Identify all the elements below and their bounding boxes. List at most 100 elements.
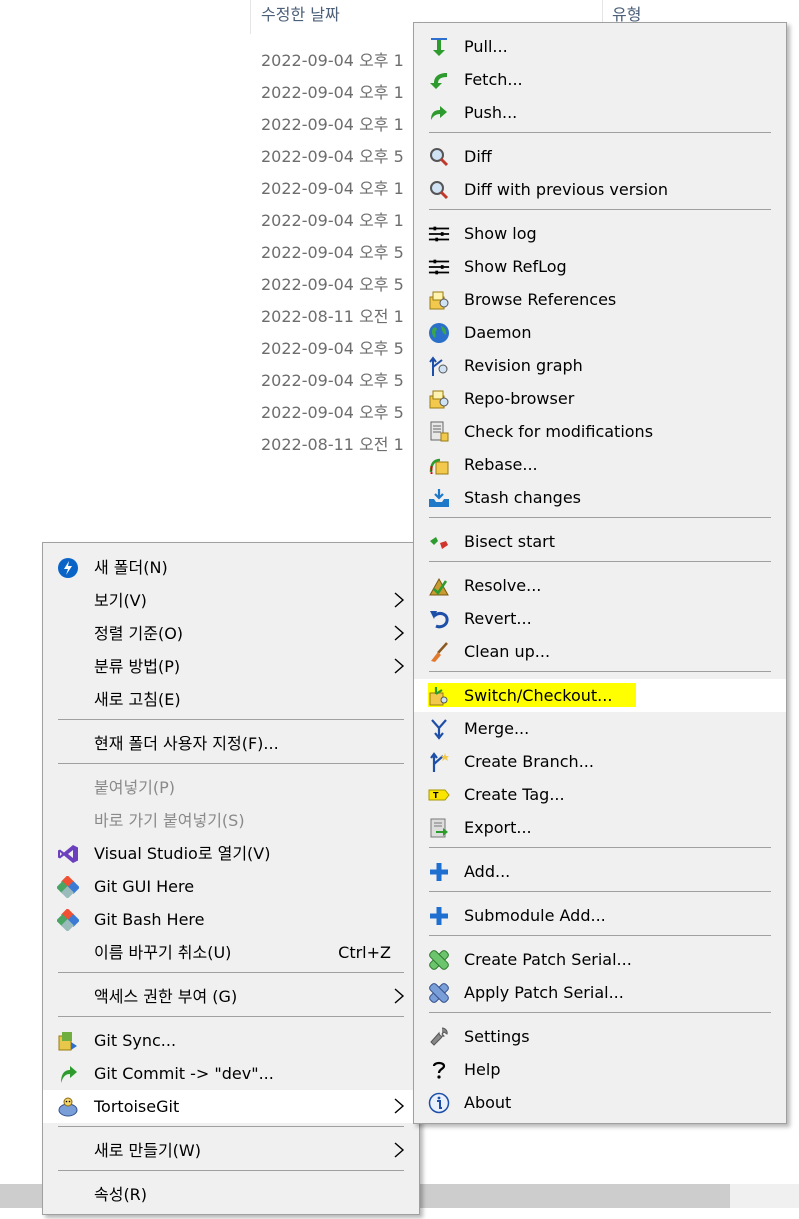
new-item[interactable]: 새로 만들기(W)	[43, 1134, 419, 1167]
show-reflog-label: Show RefLog	[464, 257, 567, 276]
open-visual-studio-item[interactable]: Visual Studio로 열기(V)	[43, 837, 419, 870]
sort-by-item[interactable]: 정렬 기준(O)	[43, 617, 419, 650]
show-reflog-item[interactable]: Show RefLog	[414, 250, 786, 283]
push-item[interactable]: Push...	[414, 96, 786, 129]
git-gui-icon	[57, 876, 79, 898]
diff-previous-label: Diff with previous version	[464, 180, 668, 199]
pull-item[interactable]: Pull...	[414, 30, 786, 63]
properties-item[interactable]: 속성(R)	[43, 1178, 419, 1211]
clean-up-label: Clean up...	[464, 642, 551, 661]
tortoisegit-label: TortoiseGit	[94, 1097, 180, 1116]
undo-rename-label: 이름 바꾸기 취소(U)	[94, 943, 232, 962]
rebase-icon: !	[428, 454, 450, 476]
merge-item[interactable]: Merge...	[414, 712, 786, 745]
pull-label: Pull...	[464, 37, 508, 56]
submodule-add-item[interactable]: Submodule Add...	[414, 899, 786, 932]
clean-up-item[interactable]: Clean up...	[414, 635, 786, 668]
show-log-label: Show log	[464, 224, 537, 243]
date-cell: 2022-09-04 오후 5	[261, 371, 404, 390]
resolve-item[interactable]: Resolve...	[414, 569, 786, 602]
menu-separator	[58, 1016, 404, 1017]
check-modifications-label: Check for modifications	[464, 422, 654, 441]
chevron-right-icon	[394, 1142, 405, 1158]
apply-patch-serial-item[interactable]: Apply Patch Serial...	[414, 976, 786, 1009]
date-cell: 2022-09-04 오후 5	[261, 275, 404, 294]
show-log-item[interactable]: Show log	[414, 217, 786, 250]
add-item[interactable]: Add...	[414, 855, 786, 888]
paste-item[interactable]: 붙여넣기(P)	[43, 771, 419, 804]
revision-graph-label: Revision graph	[464, 356, 583, 375]
revision-graph-icon	[428, 355, 450, 377]
browse-references-item[interactable]: Browse References	[414, 283, 786, 316]
customize-folder-item[interactable]: 현재 폴더 사용자 지정(F)...	[43, 727, 419, 760]
stash-changes-item[interactable]: Stash changes	[414, 481, 786, 514]
settings-item[interactable]: Settings	[414, 1020, 786, 1053]
paste-shortcut-item[interactable]: 바로 가기 붙여넣기(S)	[43, 804, 419, 837]
menu-separator	[429, 517, 771, 518]
create-tag-item[interactable]: T Create Tag...	[414, 778, 786, 811]
apply-patch-serial-label: Apply Patch Serial...	[464, 983, 624, 1002]
references-icon	[428, 289, 450, 311]
stash-icon	[428, 487, 450, 509]
paste-label: 붙여넣기(P)	[94, 778, 176, 797]
diff-item[interactable]: Diff	[414, 140, 786, 173]
git-bash-item[interactable]: Git Bash Here	[43, 903, 419, 936]
git-gui-item[interactable]: Git GUI Here	[43, 870, 419, 903]
help-icon	[428, 1059, 450, 1081]
paste-shortcut-label: 바로 가기 붙여넣기(S)	[94, 811, 245, 830]
revision-graph-item[interactable]: Revision graph	[414, 349, 786, 382]
view-item[interactable]: 보기(V)	[43, 584, 419, 617]
daemon-item[interactable]: Daemon	[414, 316, 786, 349]
horizontal-scrollbar-track[interactable]	[730, 1184, 799, 1208]
visual-studio-icon	[57, 843, 79, 865]
view-label: 보기(V)	[94, 591, 147, 610]
repo-browser-item[interactable]: Repo-browser	[414, 382, 786, 415]
diff-previous-item[interactable]: Diff with previous version	[414, 173, 786, 206]
git-bash-icon	[57, 909, 79, 931]
repo-browser-label: Repo-browser	[464, 389, 575, 408]
column-header-modified-date[interactable]: 수정한 날짜	[261, 0, 340, 34]
bisect-start-item[interactable]: Bisect start	[414, 525, 786, 558]
tortoisegit-icon	[57, 1096, 79, 1118]
merge-icon	[428, 718, 450, 740]
info-icon	[428, 1092, 450, 1114]
browse-references-label: Browse References	[464, 290, 617, 309]
rebase-item[interactable]: ! Rebase...	[414, 448, 786, 481]
git-sync-item[interactable]: Git Sync...	[43, 1024, 419, 1057]
column-separator[interactable]	[250, 0, 251, 34]
tortoisegit-item[interactable]: TortoiseGit	[43, 1090, 419, 1123]
broom-icon	[428, 641, 450, 663]
help-item[interactable]: Help	[414, 1053, 786, 1086]
create-branch-item[interactable]: Create Branch...	[414, 745, 786, 778]
switch-checkout-icon	[428, 685, 450, 707]
group-by-label: 분류 방법(P)	[94, 657, 181, 676]
give-access-item[interactable]: 액세스 권한 부여 (G)	[43, 980, 419, 1013]
git-commit-item[interactable]: Git Commit -> "dev"...	[43, 1057, 419, 1090]
switch-checkout-item[interactable]: Switch/Checkout...	[414, 679, 786, 712]
git-bash-label: Git Bash Here	[94, 910, 205, 929]
open-visual-studio-label: Visual Studio로 열기(V)	[94, 844, 271, 863]
new-folder-item[interactable]: 새 폴더(N)	[43, 551, 419, 584]
date-cell: 2022-08-11 오전 1	[261, 435, 404, 454]
new-folder-label: 새 폴더(N)	[94, 558, 168, 577]
menu-separator	[58, 1170, 404, 1171]
chevron-right-icon	[394, 592, 405, 608]
chevron-right-icon	[394, 1098, 405, 1114]
refresh-item[interactable]: 새로 고침(E)	[43, 683, 419, 716]
switch-checkout-label: Switch/Checkout...	[464, 686, 613, 705]
tortoisegit-submenu: Pull... Fetch... Push... Diff Diff with …	[413, 22, 787, 1124]
export-item[interactable]: Export...	[414, 811, 786, 844]
about-item[interactable]: About	[414, 1086, 786, 1119]
reflog-icon	[428, 256, 450, 278]
group-by-item[interactable]: 분류 방법(P)	[43, 650, 419, 683]
new-folder-icon	[57, 557, 79, 579]
chevron-right-icon	[394, 625, 405, 641]
revert-item[interactable]: Revert...	[414, 602, 786, 635]
fetch-item[interactable]: Fetch...	[414, 63, 786, 96]
customize-folder-label: 현재 폴더 사용자 지정(F)...	[94, 734, 279, 753]
create-patch-serial-item[interactable]: Create Patch Serial...	[414, 943, 786, 976]
undo-rename-item[interactable]: 이름 바꾸기 취소(U) Ctrl+Z	[43, 936, 419, 969]
menu-separator	[429, 847, 771, 848]
check-modifications-item[interactable]: Check for modifications	[414, 415, 786, 448]
diff-label: Diff	[464, 147, 492, 166]
